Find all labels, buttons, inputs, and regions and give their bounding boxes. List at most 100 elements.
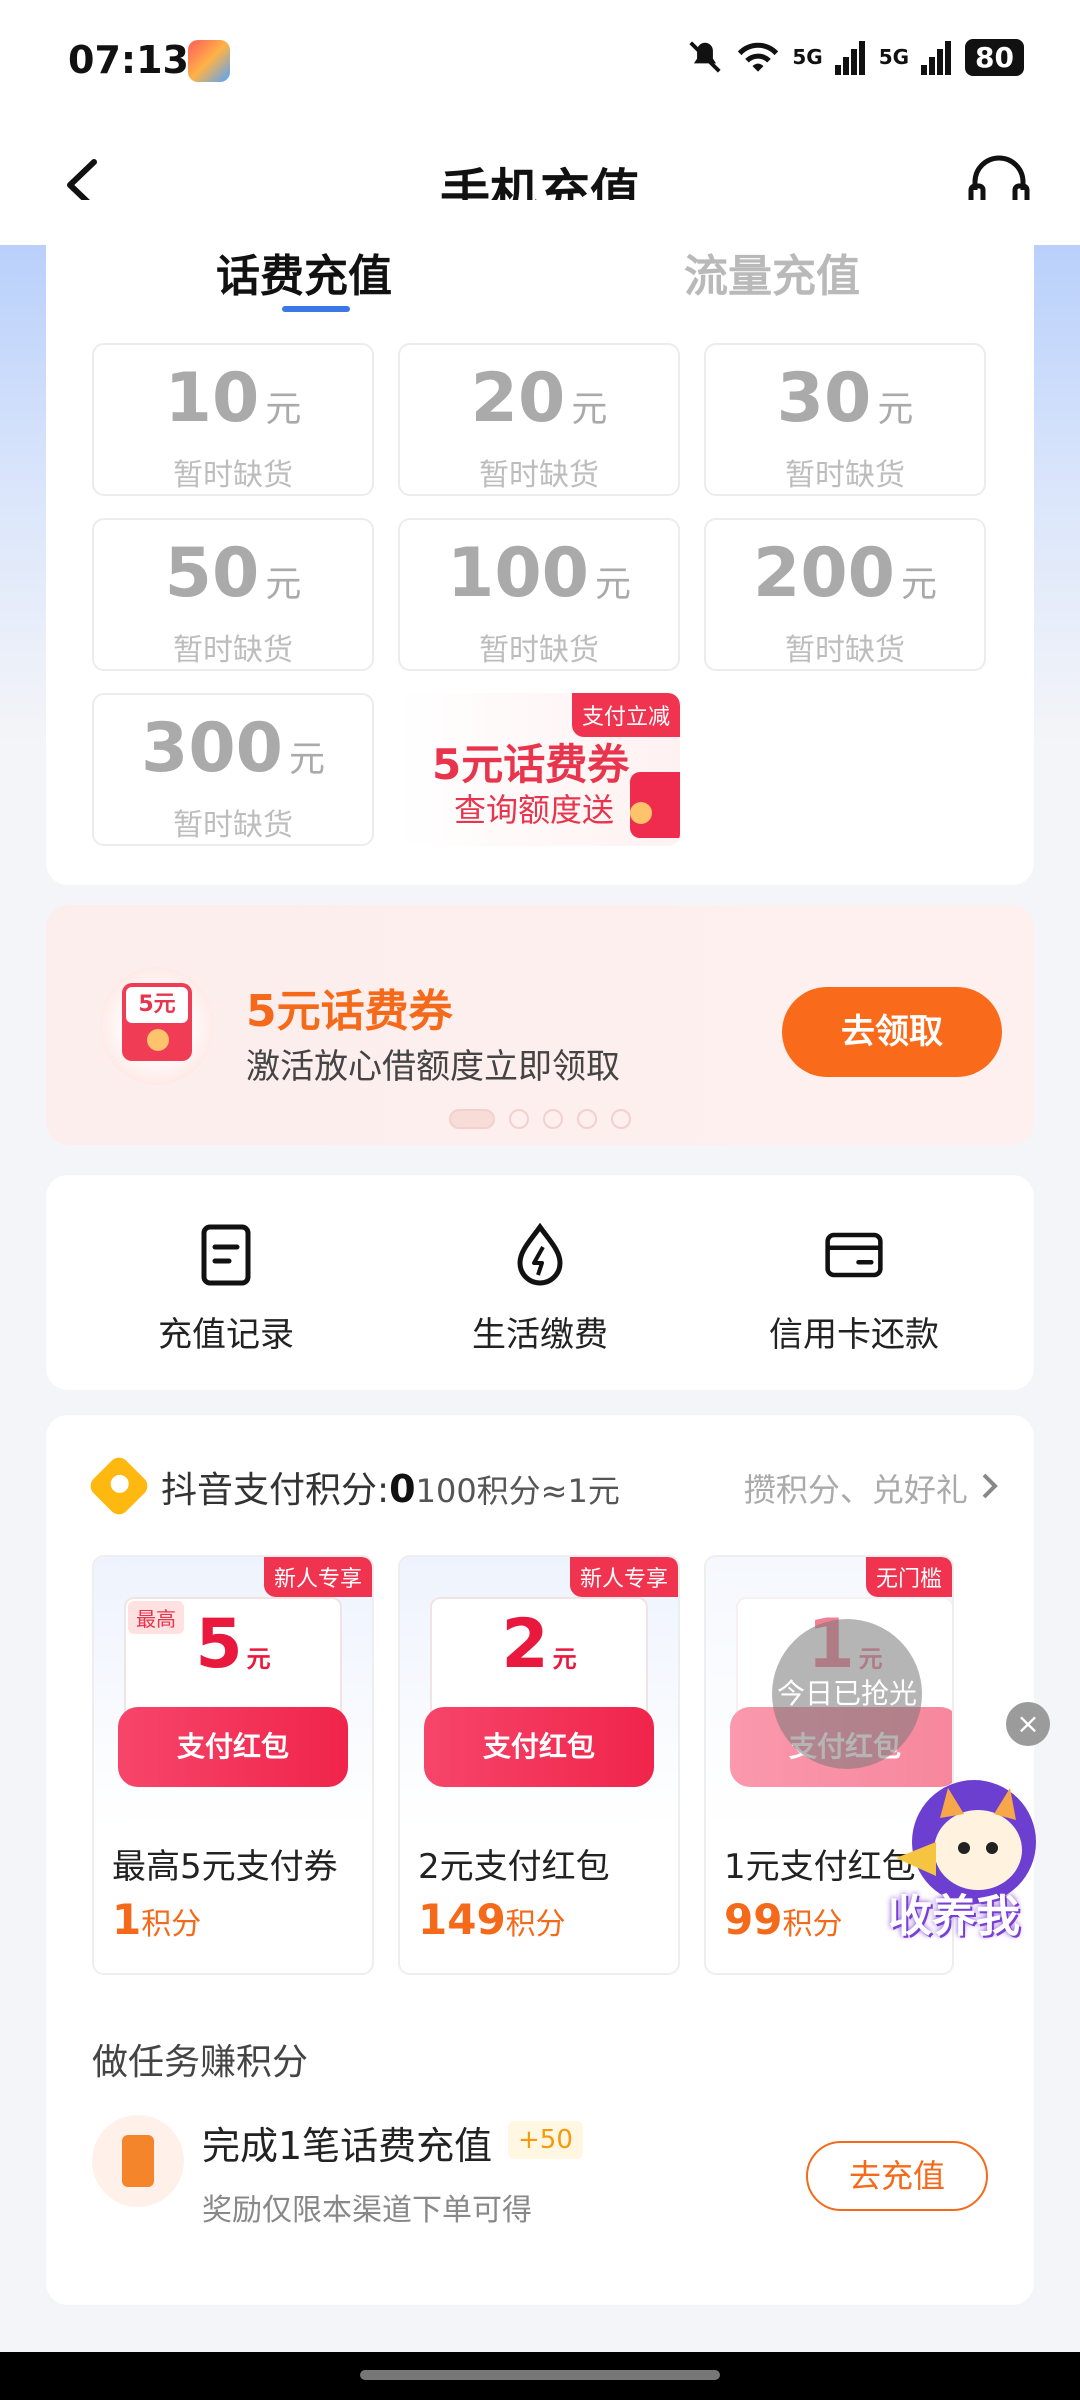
reward-amount: 5 [195, 1605, 243, 1684]
task-reward-badge: +50 [508, 2121, 583, 2159]
voucher-icon-label: 5元 [126, 987, 188, 1023]
service-recharge-records[interactable]: 充值记录 [96, 1223, 356, 1356]
service-credit-card[interactable]: 信用卡还款 [724, 1223, 984, 1356]
wifi-icon [738, 42, 779, 72]
amount-unit: 元 [265, 389, 302, 430]
status-icons: 5G 5G 80 [686, 38, 1024, 76]
tab-phone-recharge[interactable]: 话费充值 [216, 240, 392, 304]
reward-badge: 新人专享 [263, 1557, 372, 1597]
app-notification-icon [188, 40, 230, 82]
amount-option-20[interactable]: 20 元 暂时缺货 [398, 343, 680, 496]
coin-icon [147, 1029, 169, 1051]
amount-value: 10 [164, 359, 260, 438]
reward-cost-value: 99 [724, 1895, 783, 1944]
amount-unit: 元 [594, 564, 631, 605]
amount-option-300[interactable]: 300 元 暂时缺货 [92, 693, 374, 846]
banner-title: 5元话费券 [246, 986, 453, 1037]
red-packet-image: 5元 最高 支付红包 [94, 1557, 372, 1827]
amount-value: 50 [164, 534, 260, 613]
amount-option-10[interactable]: 10 元 暂时缺货 [92, 343, 374, 496]
adopt-me-label[interactable]: 收养我 [888, 1880, 1020, 1944]
amount-unit: 元 [877, 389, 914, 430]
reward-name: 最高5元支付券 [112, 1847, 338, 1887]
credit-card-icon [825, 1232, 883, 1278]
status-bar: 07:13 5G 5G 80 [0, 0, 1080, 125]
reward-cost-unit: 积分 [505, 1907, 566, 1942]
promo-title: 5元话费券 [432, 740, 630, 789]
voucher-promo-cell[interactable]: 支付立减 5元话费券 查询额度送 [398, 693, 680, 846]
reward-badge: 无门槛 [865, 1557, 952, 1597]
home-indicator[interactable] [360, 2370, 720, 2380]
close-icon[interactable]: × [1006, 1702, 1050, 1746]
claim-button[interactable]: 去领取 [782, 987, 1002, 1077]
service-label: 信用卡还款 [769, 1315, 939, 1355]
signal-icon-2 [921, 41, 952, 75]
reward-cost-value: 1 [112, 1895, 142, 1944]
document-icon [201, 1224, 251, 1286]
carousel-dot[interactable] [509, 1109, 529, 1129]
system-nav-bar [0, 2352, 1080, 2400]
points-more-label: 攒积分、兑好礼 [743, 1471, 968, 1509]
amount-option-30[interactable]: 30 元 暂时缺货 [704, 343, 986, 496]
carousel-dot[interactable] [543, 1109, 563, 1129]
task-title: 完成1笔话费充值 [202, 2124, 493, 2168]
amount-status: 暂时缺货 [173, 808, 293, 843]
red-packet-image: 2元 支付红包 [400, 1557, 678, 1827]
amount-option-100[interactable]: 100 元 暂时缺货 [398, 518, 680, 671]
amount-status: 暂时缺货 [479, 633, 599, 668]
reward-badge: 新人专享 [569, 1557, 678, 1597]
service-label: 充值记录 [158, 1315, 294, 1355]
network-type: 5G [792, 45, 823, 69]
network-type-2: 5G [878, 45, 910, 69]
reward-cost-unit: 积分 [141, 1907, 202, 1942]
points-header: 抖音支付积分:0100积分≈1元 [161, 1461, 620, 1513]
carousel-dot[interactable] [449, 1109, 495, 1129]
voucher-envelope-icon: 5元 [100, 967, 214, 1085]
tab-data-recharge[interactable]: 流量充值 [684, 240, 860, 304]
reward-cost: 99积分 [724, 1895, 842, 1944]
amount-value: 300 [141, 709, 283, 788]
promo-subtitle: 查询额度送 [454, 791, 615, 829]
amount-status: 暂时缺货 [785, 458, 905, 493]
reward-amount: 2 [501, 1605, 549, 1684]
sold-out-label: 今日已抢光 [772, 1619, 922, 1769]
amount-status: 暂时缺货 [785, 633, 905, 668]
reward-max-tag: 最高 [128, 1601, 184, 1634]
amount-option-50[interactable]: 50 元 暂时缺货 [92, 518, 374, 671]
chevron-right-icon [982, 1473, 998, 1499]
points-balance: 0 [389, 1467, 416, 1511]
carousel-dot[interactable] [577, 1109, 597, 1129]
reward-card[interactable]: 新人专享 5元 最高 支付红包 最高5元支付券 1积分 [92, 1555, 374, 1975]
status-time: 07:13 [68, 38, 189, 82]
tab-indicator [282, 306, 350, 312]
amount-value: 20 [470, 359, 566, 438]
reward-unit: 元 [246, 1645, 271, 1673]
services-card: 充值记录 生活缴费 信用卡还款 [46, 1175, 1034, 1390]
red-envelope-icon [630, 772, 680, 838]
reward-pocket-label: 支付红包 [118, 1707, 348, 1787]
points-logo-icon [86, 1453, 152, 1519]
points-more-link[interactable]: 攒积分、兑好礼 [744, 1465, 1000, 1511]
amount-value: 30 [776, 359, 872, 438]
reward-card[interactable]: 新人专享 2元 支付红包 2元支付红包 149积分 [398, 1555, 680, 1975]
banner-subtitle: 激活放心借额度立即领取 [246, 1047, 620, 1087]
amount-option-200[interactable]: 200 元 暂时缺货 [704, 518, 986, 671]
points-rate: 100积分≈1元 [415, 1472, 620, 1510]
amount-unit: 元 [265, 564, 302, 605]
recharge-card: 话费充值 流量充值 10 元 暂时缺货 20 元 暂时缺货 30 元 暂时缺货 50 元… [46, 200, 1034, 885]
task-recharge-button[interactable]: 去充值 [806, 2141, 988, 2211]
promo-banner[interactable]: 5元 5元话费券 激活放心借额度立即领取 去领取 [46, 905, 1034, 1145]
phone-task-icon [92, 2115, 184, 2207]
reward-cost-unit: 积分 [782, 1907, 843, 1942]
task-subtitle: 奖励仅限本渠道下单可得 [202, 2193, 532, 2228]
carousel-indicator [46, 1109, 1034, 1129]
mute-icon [689, 41, 721, 73]
carousel-dot[interactable] [611, 1109, 631, 1129]
amount-status: 暂时缺货 [173, 633, 293, 668]
amount-unit: 元 [571, 389, 608, 430]
amount-value: 100 [447, 534, 589, 613]
amount-value: 200 [753, 534, 895, 613]
amount-status: 暂时缺货 [479, 458, 599, 493]
service-label: 生活缴费 [472, 1315, 608, 1355]
service-life-payment[interactable]: 生活缴费 [410, 1222, 670, 1356]
